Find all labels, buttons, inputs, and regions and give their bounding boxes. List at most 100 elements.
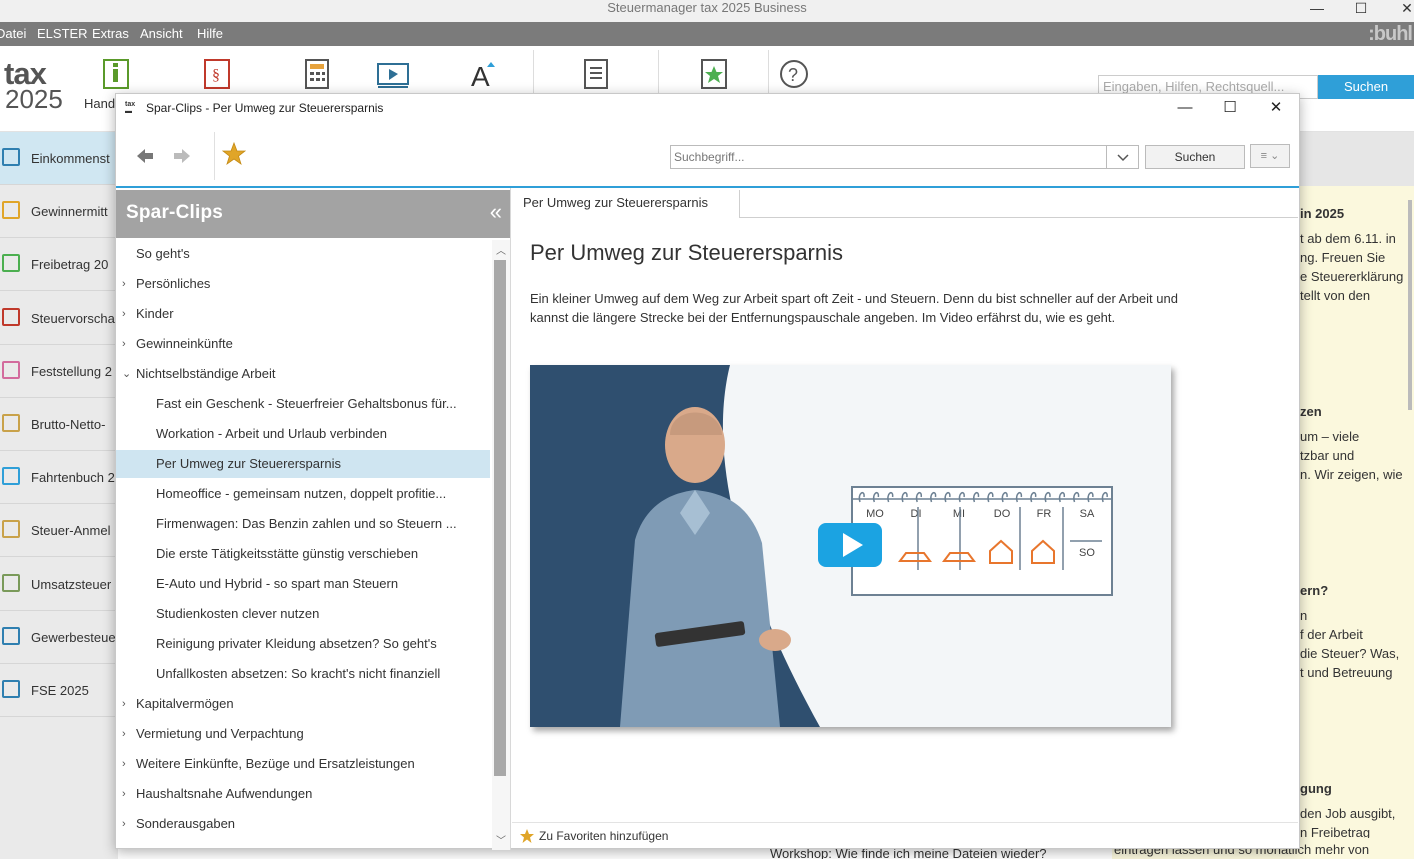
menu-elster[interactable]: ELSTER xyxy=(37,22,88,46)
favorites-star-icon[interactable] xyxy=(222,142,246,166)
star-document-icon[interactable] xyxy=(699,58,729,90)
left-nav-item[interactable]: Steuer-Anmel xyxy=(0,504,118,558)
category-list-item[interactable]: › Haushaltsnahe Aufwendungen xyxy=(116,780,490,808)
chevron-right-icon[interactable]: › xyxy=(122,300,126,328)
dialog-close-button[interactable]: ✕ xyxy=(1261,98,1291,118)
left-nav-item[interactable]: Gewinnermitt xyxy=(0,185,118,239)
video-player[interactable]: MO DI MI DO FR SA SO xyxy=(530,365,1171,727)
left-nav-item[interactable]: Umsatzsteuer xyxy=(0,558,118,611)
clip-list-item[interactable]: Homeoffice - gemeinsam nutzen, doppelt p… xyxy=(116,480,490,508)
tree-item-label: Fast ein Geschenk - Steuerfreier Gehalts… xyxy=(156,396,457,411)
category-list-item[interactable]: › Sonderausgaben xyxy=(116,810,490,838)
tab-current-clip[interactable]: Per Umweg zur Steuerersparnis xyxy=(512,190,740,218)
left-nav-item[interactable]: Freibetrag 20 xyxy=(0,238,118,292)
panel-divider[interactable] xyxy=(510,188,511,850)
dialog-search-button[interactable]: Suchen xyxy=(1145,145,1245,169)
left-nav-item[interactable]: Brutto-Netto- xyxy=(0,398,118,451)
search-history-dropdown[interactable] xyxy=(1107,145,1139,169)
left-nav-item[interactable]: Feststellung 2 xyxy=(0,345,118,398)
chevron-down-icon[interactable]: ⌄ xyxy=(122,360,131,388)
main-search-button[interactable]: Suchen xyxy=(1318,75,1414,99)
info-document-icon[interactable] xyxy=(102,58,132,90)
left-nav-item[interactable]: Einkommenst xyxy=(0,132,118,185)
menu-ansicht[interactable]: Ansicht xyxy=(140,22,183,46)
menu-extras[interactable]: Extras xyxy=(92,22,129,46)
clip-list-item[interactable]: Firmenwagen: Das Benzin zahlen und so St… xyxy=(116,510,490,538)
favorites-bar: Zu Favoriten hinzufügen xyxy=(512,822,1298,848)
category-list-item[interactable]: So geht's xyxy=(116,240,490,268)
dialog-maximize-button[interactable]: ☐ xyxy=(1215,98,1245,118)
chevron-right-icon[interactable]: › xyxy=(122,270,126,298)
clip-list-item[interactable]: Reinigung privater Kleidung absetzen? So… xyxy=(116,630,490,658)
left-nav-label: Einkommenst xyxy=(31,151,110,166)
left-nav-label: Steuervorscha xyxy=(31,310,115,326)
category-list-item[interactable]: ⌄ Nichtselbständige Arbeit xyxy=(116,360,490,388)
info-panel-heading: in 2025 xyxy=(1300,206,1345,221)
help-question-icon[interactable]: ? xyxy=(779,58,809,90)
app-minimize-button[interactable]: — xyxy=(1294,0,1340,18)
add-to-favorites-link[interactable]: Zu Favoriten hinzufügen xyxy=(539,829,668,843)
tree-item-label: Vermietung und Verpachtung xyxy=(136,726,304,741)
calendar-day-label: MO xyxy=(866,508,884,520)
law-paragraph-icon[interactable]: § xyxy=(203,58,233,90)
calendar-day-label: SA xyxy=(1080,508,1095,520)
forward-arrow-icon[interactable] xyxy=(172,146,192,166)
left-nav-item[interactable]: FSE 2025 xyxy=(0,664,118,717)
clip-list-item[interactable]: Die erste Tätigkeitsstätte günstig versc… xyxy=(116,540,490,568)
category-list-item[interactable]: › Kinder xyxy=(116,300,490,328)
form-document-icon[interactable] xyxy=(582,58,612,90)
app-maximize-button[interactable]: ☐ xyxy=(1338,0,1384,18)
calculator-icon[interactable] xyxy=(302,58,332,90)
scroll-up-icon[interactable]: ︿ xyxy=(492,242,510,257)
chevron-right-icon[interactable]: › xyxy=(122,720,126,748)
tree-item-label: Per Umweg zur Steuerersparnis xyxy=(156,456,341,471)
category-list-item[interactable]: › Gewinneinkünfte xyxy=(116,330,490,358)
clip-list-item[interactable]: Studienkosten clever nutzen xyxy=(116,600,490,628)
info-panel-scrollbar[interactable] xyxy=(1408,200,1412,410)
chevron-right-icon[interactable]: › xyxy=(122,780,126,808)
left-nav-item[interactable]: Steuervorscha xyxy=(0,292,118,345)
menu-hilfe[interactable]: Hilfe xyxy=(197,22,223,46)
income-tax-icon xyxy=(2,148,20,166)
clip-list-item[interactable]: Fast ein Geschenk - Steuerfreier Gehalts… xyxy=(116,390,490,418)
chevron-right-icon[interactable]: › xyxy=(122,330,126,358)
category-list-item[interactable]: › Persönliches xyxy=(116,270,490,298)
clip-list-item[interactable]: E-Auto und Hybrid - so spart man Steuern xyxy=(116,570,490,598)
clip-list-item[interactable]: Unfallkosten absetzen: So kracht's nicht… xyxy=(116,660,490,688)
dialog-search-input[interactable]: Suchbegriff... xyxy=(670,145,1107,169)
toolbar-first-label[interactable]: Hand xyxy=(84,96,115,111)
video-player-icon[interactable] xyxy=(376,58,410,90)
app-close-button[interactable]: ✕ xyxy=(1384,0,1414,18)
left-nav-label: Gewerbesteue xyxy=(31,629,116,645)
chevron-right-icon[interactable]: › xyxy=(122,690,126,718)
envelope-icon xyxy=(2,520,20,539)
left-nav-item[interactable]: Fahrtenbuch 2 xyxy=(0,451,118,505)
add-favorite-star-icon[interactable] xyxy=(519,828,535,844)
chevron-right-icon[interactable]: › xyxy=(122,810,126,838)
left-nav-item[interactable]: Gewerbesteue xyxy=(0,611,118,664)
chevron-right-icon[interactable]: › xyxy=(122,750,126,778)
font-size-icon[interactable]: A xyxy=(469,58,499,90)
clip-list-item[interactable]: Per Umweg zur Steuerersparnis xyxy=(116,450,490,478)
tree-item-label: E-Auto und Hybrid - so spart man Steuern xyxy=(156,576,399,591)
back-arrow-icon[interactable] xyxy=(135,146,155,166)
left-nav-label: Freibetrag 20 xyxy=(31,257,109,273)
tree-scrollbar-thumb[interactable] xyxy=(494,260,506,776)
tree-item-label: Kinder xyxy=(136,306,174,321)
scroll-down-icon[interactable]: ﹀ xyxy=(492,832,510,847)
collapse-panel-icon[interactable]: « xyxy=(490,201,502,223)
map-pin-icon xyxy=(2,467,20,486)
info-panel-text: e Steuererklärung xyxy=(1300,269,1404,284)
dialog-minimize-button[interactable]: — xyxy=(1170,98,1200,118)
category-list-item[interactable]: › Weitere Einkünfte, Bezüge und Ersatzlei… xyxy=(116,750,490,778)
people-icon xyxy=(2,360,20,379)
category-list-item[interactable]: › Kapitalvermögen xyxy=(116,690,490,718)
money-stack-icon xyxy=(2,414,20,432)
menu-datei[interactable]: Datei xyxy=(0,22,26,46)
options-menu-button[interactable]: ≡ ⌄ xyxy=(1250,144,1290,168)
clip-list-item[interactable]: Workation - Arbeit und Urlaub verbinden xyxy=(116,420,490,448)
play-button-icon[interactable] xyxy=(818,523,882,567)
info-panel-header xyxy=(1298,132,1414,186)
category-list-item[interactable]: › Vermietung und Verpachtung xyxy=(116,720,490,748)
tab-underline xyxy=(740,217,1298,218)
